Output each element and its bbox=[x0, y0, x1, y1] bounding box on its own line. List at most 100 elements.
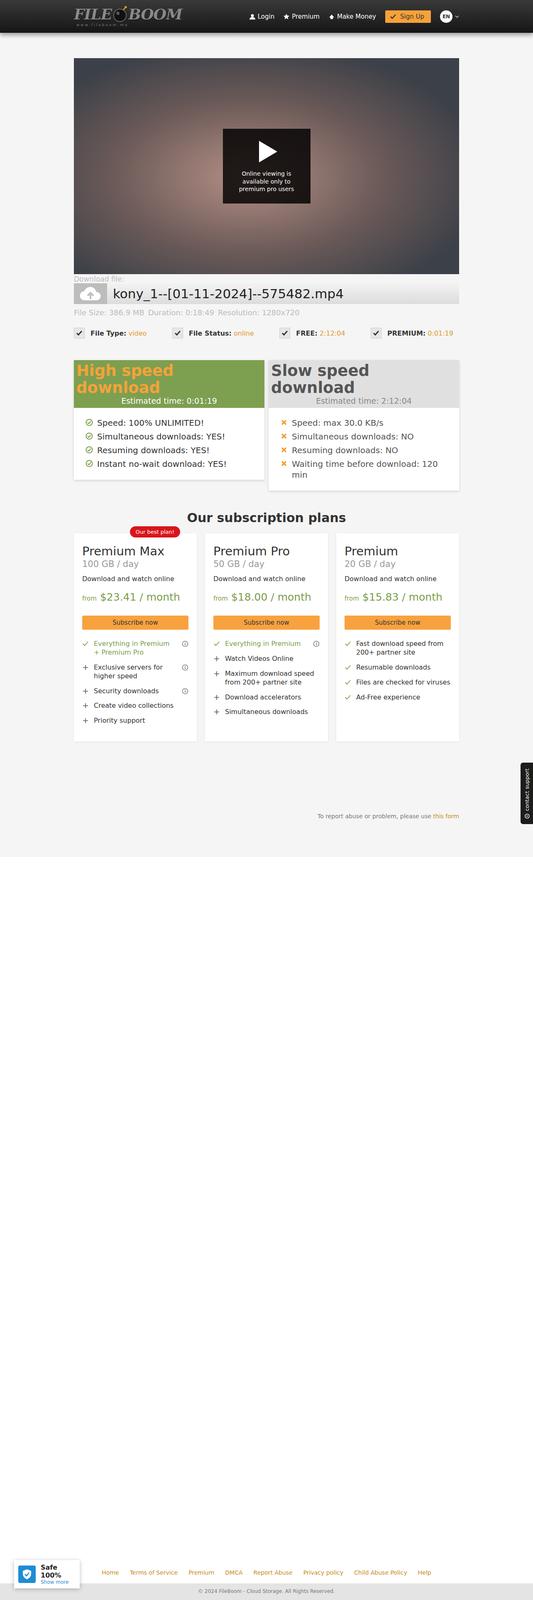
language-code: EN bbox=[440, 10, 453, 23]
feature-highlight: Resumable downloads bbox=[356, 662, 451, 672]
play-overlay[interactable]: Online viewing is available only to prem… bbox=[222, 128, 311, 204]
nav-label: Login bbox=[257, 12, 275, 21]
fact-value: online bbox=[233, 329, 255, 338]
plan-card: Premium Pro50 GB / dayDownload and watch… bbox=[205, 533, 328, 741]
plan-quota: 20 GB / day bbox=[344, 558, 451, 569]
fact-item: FREE: 2:12:04 bbox=[279, 327, 345, 339]
footer-link[interactable]: Privacy policy bbox=[303, 1568, 344, 1575]
plans-heading: Our subscription plans bbox=[73, 510, 460, 525]
shield-icon bbox=[22, 1567, 32, 1579]
cross-icon bbox=[280, 445, 288, 454]
plan-price: from$15.83 / month bbox=[344, 590, 451, 603]
footer-link[interactable]: Home bbox=[101, 1568, 119, 1575]
plan-feature: Everything in Premium bbox=[213, 639, 320, 648]
plus-icon bbox=[213, 708, 221, 715]
nav-link[interactable]: Make Money bbox=[328, 12, 377, 21]
fact-text: FREE: 2:12:04 bbox=[295, 329, 345, 338]
fact-label: PREMIUM: bbox=[387, 329, 426, 338]
cross-icon bbox=[280, 432, 288, 440]
star-icon bbox=[283, 13, 290, 20]
price-value: $18.00 / month bbox=[231, 590, 312, 603]
safe-text: Safe 100%Show more bbox=[40, 1562, 76, 1585]
check-icon bbox=[82, 640, 89, 647]
check-icon bbox=[174, 330, 181, 336]
feature-highlight: Files are checked for viruses bbox=[356, 677, 451, 687]
info-icon[interactable] bbox=[181, 687, 189, 695]
plus-icon bbox=[213, 655, 221, 662]
footer-link[interactable]: Terms of Service bbox=[129, 1568, 178, 1575]
plus-icon bbox=[82, 701, 89, 709]
chevron-down-icon bbox=[454, 15, 460, 18]
fact-text: File Type: video bbox=[90, 329, 147, 338]
footer-link[interactable]: Premium bbox=[188, 1568, 215, 1575]
check-circle-icon bbox=[85, 418, 93, 426]
plan-feature: Watch Videos Online bbox=[213, 654, 320, 663]
download-option[interactable]: High speed downloadEstimated time: 0:01:… bbox=[73, 359, 265, 480]
safe-link[interactable]: Show more bbox=[40, 1578, 76, 1585]
cloud-box bbox=[73, 283, 108, 304]
signup-button[interactable]: Sign Up bbox=[385, 10, 431, 23]
feature-highlight: Fast download speed from 200+ partner si… bbox=[356, 639, 451, 657]
footer-link[interactable]: Help bbox=[418, 1568, 432, 1575]
plan-quota: 50 GB / day bbox=[213, 558, 320, 569]
plan-card: Our best plan!Premium Max100 GB / dayDow… bbox=[73, 533, 197, 741]
plan-description: Download and watch online bbox=[213, 574, 320, 583]
feature-text: Speed: 100% UNLIMITED! bbox=[97, 417, 204, 428]
safe-icon-box bbox=[18, 1564, 36, 1582]
check-icon bbox=[213, 640, 221, 647]
fact-checkbox bbox=[73, 327, 85, 339]
feature-text: Waiting time before download: 120 min bbox=[291, 458, 448, 480]
subscribe-button[interactable]: Subscribe now bbox=[82, 615, 189, 630]
video-player[interactable]: Online viewing is available only to prem… bbox=[73, 58, 460, 274]
language-select[interactable]: EN bbox=[440, 10, 460, 23]
price-value: $15.83 / month bbox=[362, 590, 443, 603]
check-icon bbox=[344, 693, 352, 701]
download-estimate: Estimated time: 2:12:04 bbox=[315, 396, 412, 406]
fact-item: File Type: video bbox=[73, 327, 147, 339]
content: Online viewing is available only to prem… bbox=[0, 32, 533, 857]
content-wrap: Online viewing is available only to prem… bbox=[73, 58, 460, 820]
plan-feature: Maximum download speed from 200+ partner… bbox=[213, 669, 320, 687]
fact-checkbox bbox=[172, 327, 184, 339]
logo-tagline: www.fileboom.me bbox=[73, 23, 183, 27]
nav-link[interactable]: Login bbox=[249, 12, 275, 21]
file-name: kony_1--[01-11-2024]--575482.mp4 bbox=[112, 286, 344, 301]
meta-item: Resolution: 1280x720 bbox=[217, 308, 300, 317]
contact-support-tab[interactable]: contact support bbox=[520, 762, 533, 824]
info-icon[interactable] bbox=[312, 640, 320, 647]
info-icon[interactable] bbox=[181, 663, 189, 671]
feature-text: Speed: max 30.0 KB/s bbox=[291, 417, 384, 428]
nav-link[interactable]: Premium bbox=[283, 12, 320, 21]
feature-highlight: Watch Videos Online bbox=[224, 654, 320, 663]
logo[interactable]: FILEBOOMwww.fileboom.me bbox=[73, 5, 183, 27]
info-icon[interactable] bbox=[181, 640, 189, 647]
download-feature: Simultaneous downloads: NO bbox=[280, 430, 448, 442]
feature-highlight: Everything in Premium bbox=[224, 639, 309, 648]
report-link[interactable]: this form bbox=[432, 812, 460, 820]
fact-text: PREMIUM: 0:01:19 bbox=[387, 329, 454, 338]
plan-feature: Create video collections bbox=[82, 701, 189, 710]
money-icon bbox=[328, 13, 335, 20]
footer-link[interactable]: DMCA bbox=[224, 1568, 243, 1575]
copyright: © 2024 FileBoom - Cloud Storage. All Rig… bbox=[0, 1582, 533, 1599]
plan-feature: Ad-Free experience bbox=[344, 692, 451, 702]
plan-price: from$23.41 / month bbox=[82, 590, 189, 603]
price-from: from bbox=[82, 594, 97, 602]
main-nav: Login Premium Make Money Sign Up EN bbox=[249, 10, 460, 23]
footer-link[interactable]: Report Abuse bbox=[253, 1568, 293, 1575]
user-icon bbox=[249, 13, 256, 20]
plan-features: Everything in Premium Watch Videos Online… bbox=[213, 639, 320, 717]
safe-badge[interactable]: Safe 100%Show more bbox=[14, 1559, 80, 1588]
plan-feature: Simultaneous downloads bbox=[213, 707, 320, 717]
meta-item: File Size: 386.9 MB bbox=[73, 308, 145, 317]
footer-link[interactable]: Child Abuse Policy bbox=[354, 1568, 408, 1575]
chat-icon bbox=[524, 812, 530, 818]
subscribe-button[interactable]: Subscribe now bbox=[213, 615, 320, 630]
check-icon bbox=[344, 678, 352, 686]
download-features: Speed: max 30.0 KB/s Simultaneous downloa… bbox=[268, 407, 460, 491]
check-circle-icon bbox=[85, 445, 93, 454]
subscribe-button[interactable]: Subscribe now bbox=[344, 615, 451, 630]
download-option[interactable]: Slow speed downloadEstimated time: 2:12:… bbox=[268, 359, 460, 491]
price-from: from bbox=[344, 594, 360, 602]
file-row: kony_1--[01-11-2024]--575482.mp4 bbox=[73, 283, 460, 304]
